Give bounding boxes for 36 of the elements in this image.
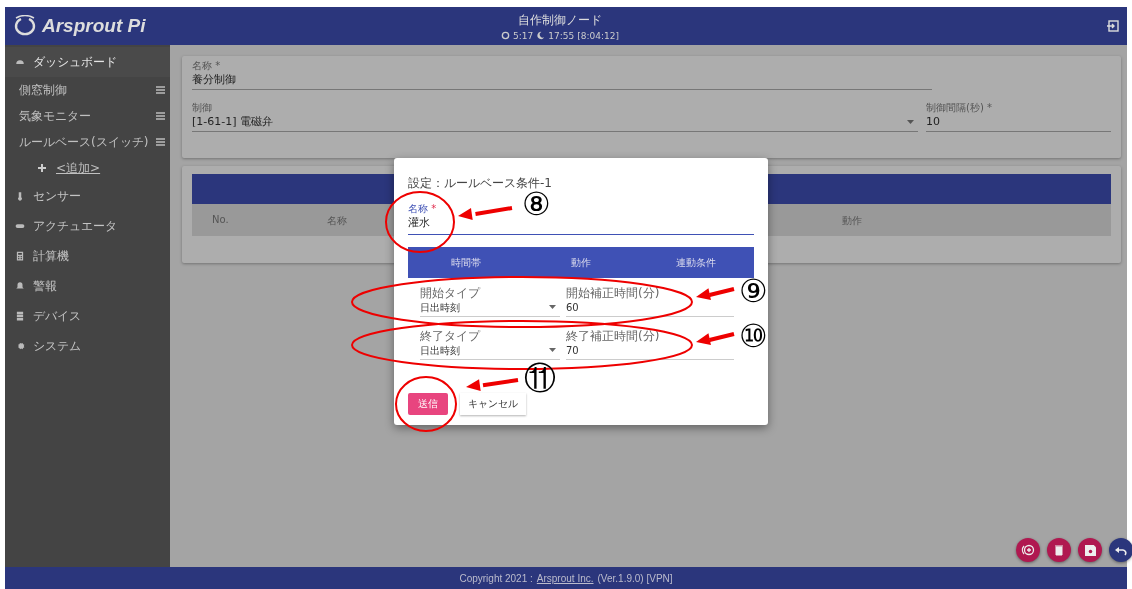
dialog-title: 設定：ルールベース条件-1 [408,175,553,191]
sidebar-subitem[interactable]: ルールベース(スイッチ) [5,129,170,155]
sidebar-item[interactable]: 計算機 [5,241,170,271]
app-logo-text: Arsprout Pi [42,15,146,37]
type-select[interactable]: 開始タイプ 日出時刻 [420,286,560,317]
company-link[interactable]: Arsprout Inc. [536,572,594,584]
sidebar-item[interactable]: センサー [5,181,170,211]
column-header: 時間帯 [449,255,482,270]
sidebar-item[interactable]: 警報 [5,271,170,301]
interval-field[interactable]: 制御間隔(秒) * 10 [926,102,1111,132]
sidebar-subitem[interactable]: 側窓制御 [5,77,170,103]
submit-button[interactable]: 送信 [408,393,448,415]
step-number: ⑪ [524,362,556,394]
sidebar-subitem[interactable]: 気象モニター [5,103,170,129]
column-header: 名称 [327,214,347,228]
sidebar-item[interactable]: システム [5,331,170,361]
sunset-time: 17:55 [548,30,575,41]
version-text: (Ver.1.9.0) [VPN] [597,572,673,584]
column-header: 連動条件 [674,255,717,270]
sidebar-item[interactable]: デバイス [5,301,170,331]
type-select[interactable]: 終了タイプ 日出時刻 [420,329,560,360]
column-header: No. [212,214,229,225]
cancel-button[interactable]: キャンセル [460,393,526,415]
step-number: ⑨ [739,275,768,307]
sidebar-item[interactable]: アクチュエータ [5,211,170,241]
sunrise-time: 5:17 [513,30,534,41]
page-title: 自作制御ノード [518,11,602,29]
add-item-link[interactable]: <追加> [5,155,170,181]
step-number: ⑩ [739,320,768,352]
column-header: 動作 [842,214,862,228]
copyright-text: Copyright 2021 : [459,572,533,584]
day-length: [8:04:12] [577,30,619,41]
column-header: 動作 [569,255,592,270]
sidebar-item[interactable]: ダッシュボード [5,47,170,77]
control-select[interactable]: 制御 [1-61-1] 電磁弁 [192,102,918,132]
name-field[interactable]: 名称 * 養分制御 [192,60,932,90]
